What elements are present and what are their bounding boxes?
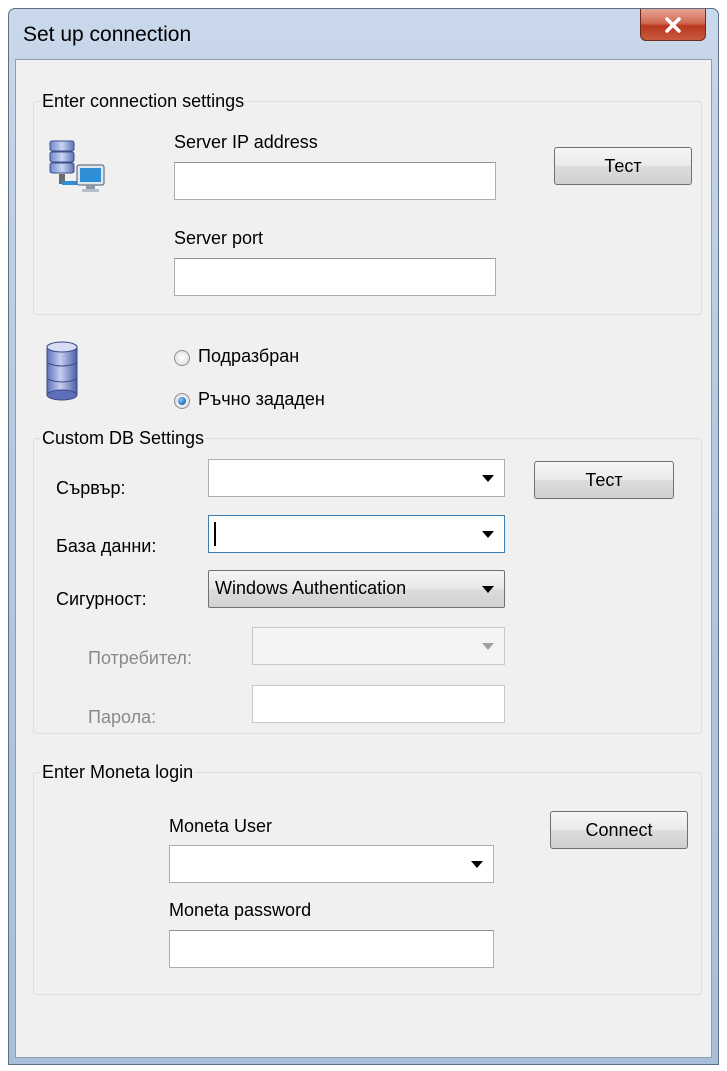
chevron-down-icon[interactable] (482, 586, 494, 593)
radio-default-label: Подразбран (198, 346, 300, 366)
db-user-label: Потребител: (88, 648, 192, 668)
database-icon (45, 341, 79, 406)
close-button[interactable] (640, 9, 706, 41)
server-port-label: Server port (174, 228, 264, 248)
test-connection-button[interactable]: Тест (554, 147, 692, 185)
custom-db-settings-title: Custom DB Settings (40, 426, 207, 450)
test-connection-button-label: Тест (604, 155, 642, 176)
db-server-combo[interactable] (208, 459, 505, 497)
chevron-down-icon[interactable] (471, 861, 483, 868)
text-caret (214, 522, 216, 546)
chevron-down-icon[interactable] (482, 531, 494, 538)
db-server-label: Сървър: (56, 478, 126, 498)
db-password-input[interactable] (252, 685, 505, 723)
server-network-icon (48, 139, 106, 200)
moneta-login-title: Enter Moneta login (40, 760, 196, 784)
db-database-combo[interactable] (208, 515, 505, 553)
db-password-label: Парола: (88, 707, 157, 727)
connection-settings-group: Enter connection settings Server IP addr… (33, 89, 702, 315)
chevron-down-icon[interactable] (482, 475, 494, 482)
db-security-value: Windows Authentication (215, 578, 407, 598)
test-db-button[interactable]: Тест (534, 461, 674, 499)
radio-manual-label: Ръчно зададен (198, 389, 325, 409)
db-database-label: База данни: (56, 536, 157, 556)
moneta-user-label: Moneta User (169, 816, 273, 836)
server-ip-label: Server IP address (174, 132, 318, 152)
db-security-label: Сигурност: (56, 589, 147, 609)
dialog-client-area: Enter connection settings Server IP addr… (15, 59, 712, 1058)
dialog-window: Set up connection Enter connection setti… (8, 8, 719, 1065)
radio-default[interactable] (174, 350, 190, 366)
server-ip-input[interactable] (174, 162, 496, 200)
window-title: Set up connection (23, 23, 192, 46)
connect-button-label: Connect (585, 819, 653, 840)
close-icon (664, 16, 682, 33)
moneta-password-label: Moneta password (169, 900, 312, 920)
radio-manual[interactable] (174, 393, 190, 409)
connection-settings-title: Enter connection settings (40, 89, 247, 113)
db-security-select[interactable]: Windows Authentication (208, 570, 505, 608)
moneta-login-group: Enter Moneta login Moneta User Moneta pa… (33, 760, 702, 995)
db-user-combo[interactable] (252, 627, 505, 665)
moneta-password-input[interactable] (169, 930, 494, 968)
moneta-user-combo[interactable] (169, 845, 494, 883)
server-port-input[interactable] (174, 258, 496, 296)
chevron-down-icon[interactable] (482, 643, 494, 650)
custom-db-settings-group: Custom DB Settings Сървър: Тест База дан… (33, 426, 702, 734)
connect-button[interactable]: Connect (550, 811, 688, 849)
test-db-button-label: Тест (585, 469, 623, 490)
